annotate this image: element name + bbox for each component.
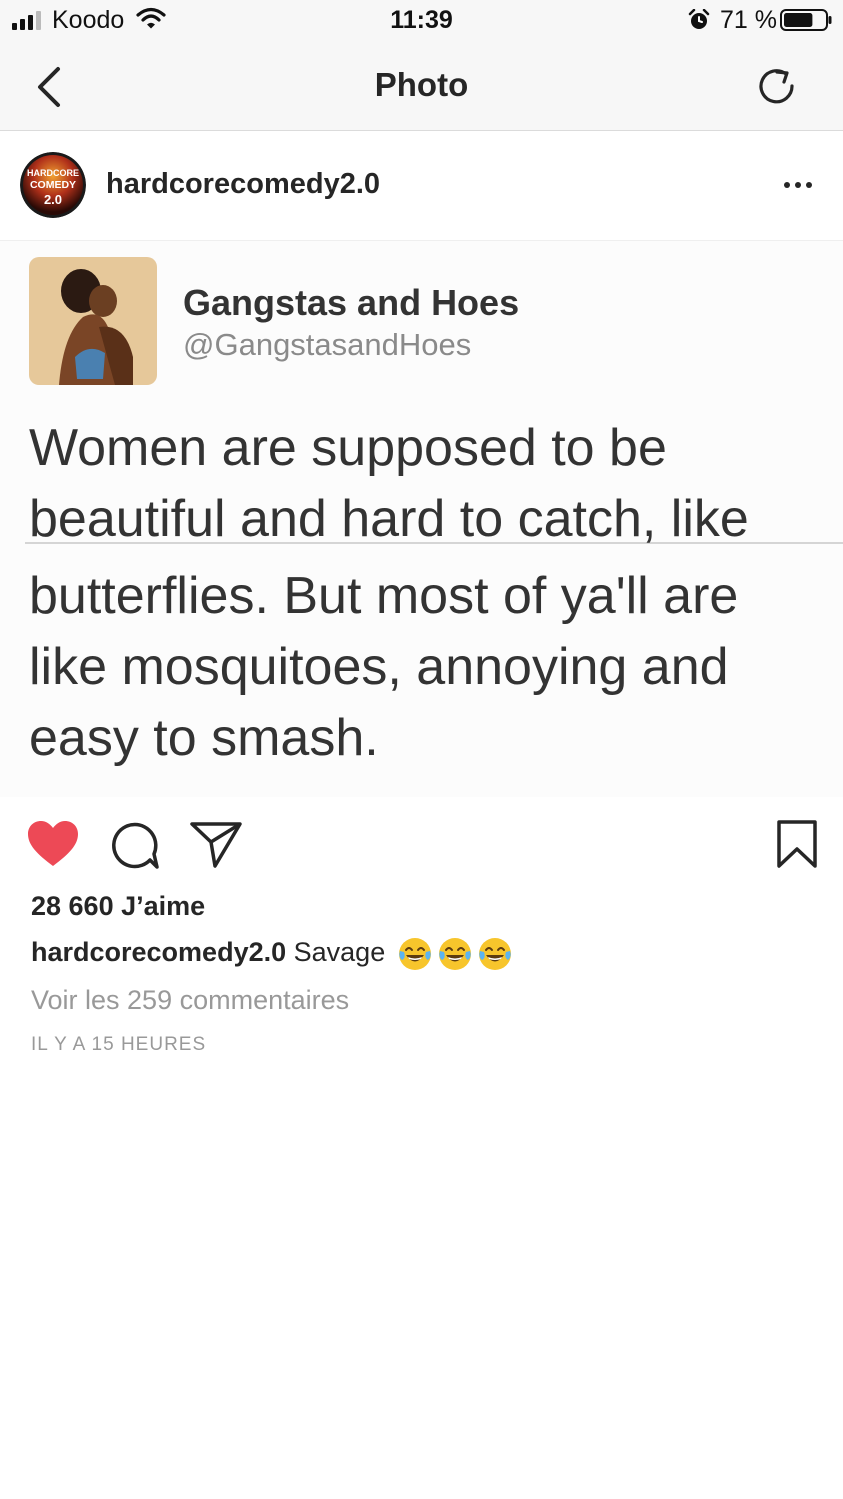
alarm-icon xyxy=(688,9,710,29)
post-timestamp: IL Y A 15 HEURES xyxy=(31,1034,207,1055)
tweet-author-name: Gangstas and Hoes xyxy=(183,282,520,323)
tears-of-joy-emoji-icon xyxy=(478,938,511,970)
share-icon[interactable] xyxy=(190,820,242,868)
tweet-text: Women are supposed to be beautiful and h… xyxy=(29,413,819,774)
post-caption: hardcorecomedy2.0 Savage xyxy=(31,936,513,972)
post-actions xyxy=(0,810,843,878)
post-image[interactable]: Gangstas and Hoes @GangstasandHoes Women… xyxy=(0,241,843,797)
comment-icon[interactable] xyxy=(110,820,160,870)
post-header: HARDCORE COMEDY 2.0 hardcorecomedy2.0 xyxy=(0,131,843,241)
nav-bar: Photo xyxy=(0,44,843,131)
battery-percent: 71 % xyxy=(720,6,777,34)
heart-filled-icon[interactable] xyxy=(27,820,79,868)
caption-text: Savage xyxy=(293,937,386,968)
tears-of-joy-emoji-icon xyxy=(398,938,431,970)
tears-of-joy-emoji-icon xyxy=(438,938,471,970)
battery-icon xyxy=(780,9,832,31)
tweet-avatar xyxy=(29,257,157,385)
tweet-text-line: butterflies. But most of ya'll are xyxy=(29,567,739,625)
avatar[interactable]: HARDCORE COMEDY 2.0 xyxy=(20,152,86,218)
likes-count[interactable]: 28 660 J’aime xyxy=(31,891,205,922)
caption-username[interactable]: hardcorecomedy2.0 xyxy=(31,937,286,967)
tweet-text-line: like mosquitoes, annoying and xyxy=(29,638,729,696)
svg-text:2.0: 2.0 xyxy=(44,192,62,207)
refresh-icon[interactable] xyxy=(756,66,798,108)
svg-text:COMEDY: COMEDY xyxy=(30,179,76,191)
svg-text:HARDCORE: HARDCORE xyxy=(27,168,79,178)
tweet-text-line: Women are supposed to be xyxy=(29,419,667,477)
tweet-text-line: easy to smash. xyxy=(29,709,379,767)
caption-emojis xyxy=(393,937,513,970)
tweet-author-handle: @GangstasandHoes xyxy=(183,327,472,362)
status-bar: Koodo 11:39 71 % xyxy=(0,0,843,44)
tweet-text-line: beautiful and hard to catch, like xyxy=(29,490,749,548)
page-title: Photo xyxy=(374,66,469,103)
post-username[interactable]: hardcorecomedy2.0 xyxy=(106,168,380,201)
status-time: 11:39 xyxy=(390,6,453,34)
more-dots-icon[interactable] xyxy=(780,175,816,195)
view-comments-link[interactable]: Voir les 259 commentaires xyxy=(31,985,349,1016)
bookmark-icon[interactable] xyxy=(776,820,818,868)
